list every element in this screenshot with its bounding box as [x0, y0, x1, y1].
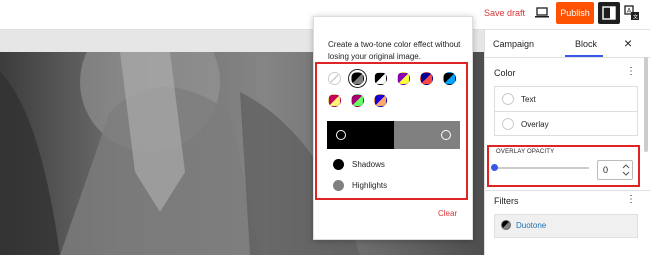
shadows-label: Shadows: [352, 160, 385, 169]
color-section-title: Color: [494, 68, 516, 78]
tab-block[interactable]: Block: [575, 39, 597, 49]
color-row-overlay[interactable]: Overlay: [495, 111, 637, 136]
duotone-preset-grayscale[interactable]: [374, 72, 387, 85]
opacity-slider-thumb[interactable]: [491, 164, 498, 171]
duotone-preset-unset[interactable]: [328, 72, 341, 85]
overlay-opacity-label: OVERLAY OPACITY: [496, 149, 555, 155]
duotone-description: Create a two-tone color effect without l…: [328, 40, 461, 61]
svg-text:文: 文: [633, 14, 638, 21]
duotone-preset-purple-yellow[interactable]: [397, 72, 410, 85]
color-row-overlay-label: Overlay: [521, 119, 549, 129]
tabs-divider: [484, 57, 650, 58]
opacity-number-input[interactable]: 0: [597, 160, 633, 180]
save-draft-button[interactable]: Save draft: [484, 8, 525, 18]
filters-section-title: Filters: [494, 196, 519, 206]
highlights-label: Highlights: [352, 181, 388, 190]
sidebar-scrollbar[interactable]: [644, 57, 648, 152]
color-settings-box: Text Overlay: [494, 86, 638, 136]
highlights-handle[interactable]: [441, 130, 451, 140]
shadows-row[interactable]: Shadows: [333, 159, 385, 170]
shadows-handle[interactable]: [336, 130, 346, 140]
translate-icon[interactable]: A 文: [624, 5, 640, 21]
opacity-slider-track[interactable]: [495, 167, 589, 169]
close-icon[interactable]: ×: [624, 35, 632, 51]
settings-panel-icon[interactable]: [598, 2, 620, 24]
duotone-icon: [501, 220, 511, 230]
filters-divider: [484, 190, 650, 191]
highlights-row[interactable]: Highlights: [333, 180, 387, 191]
duotone-preset-purple-green[interactable]: [351, 94, 364, 107]
duotone-popover: Create a two-tone color effect without l…: [313, 16, 473, 240]
duotone-preset-blue-red[interactable]: [420, 72, 433, 85]
color-row-text[interactable]: Text: [495, 87, 637, 111]
duotone-filter-label: Duotone: [516, 221, 547, 230]
duotone-preset-midnight[interactable]: [443, 72, 456, 85]
color-row-text-label: Text: [521, 94, 536, 104]
clear-button[interactable]: Clear: [438, 209, 457, 218]
duotone-preset-blue-orange[interactable]: [374, 94, 387, 107]
opacity-value: 0: [603, 165, 609, 175]
overlay-color-swatch: [502, 118, 514, 130]
filters-options-icon[interactable]: ⋮: [626, 194, 636, 205]
duotone-preset-dark-grayscale[interactable]: [351, 72, 364, 85]
duotone-preset-magenta-yellow[interactable]: [328, 94, 341, 107]
stepper-arrows-icon[interactable]: [621, 162, 631, 178]
duotone-preview-bar[interactable]: [327, 121, 460, 149]
highlights-color-icon: [333, 180, 344, 191]
shadows-color-icon: [333, 159, 344, 170]
publish-button[interactable]: Publish: [556, 2, 594, 24]
desktop-preview-icon[interactable]: [535, 7, 549, 18]
color-options-icon[interactable]: ⋮: [626, 66, 636, 77]
text-color-swatch: [502, 93, 514, 105]
tab-campaign[interactable]: Campaign: [493, 39, 534, 49]
